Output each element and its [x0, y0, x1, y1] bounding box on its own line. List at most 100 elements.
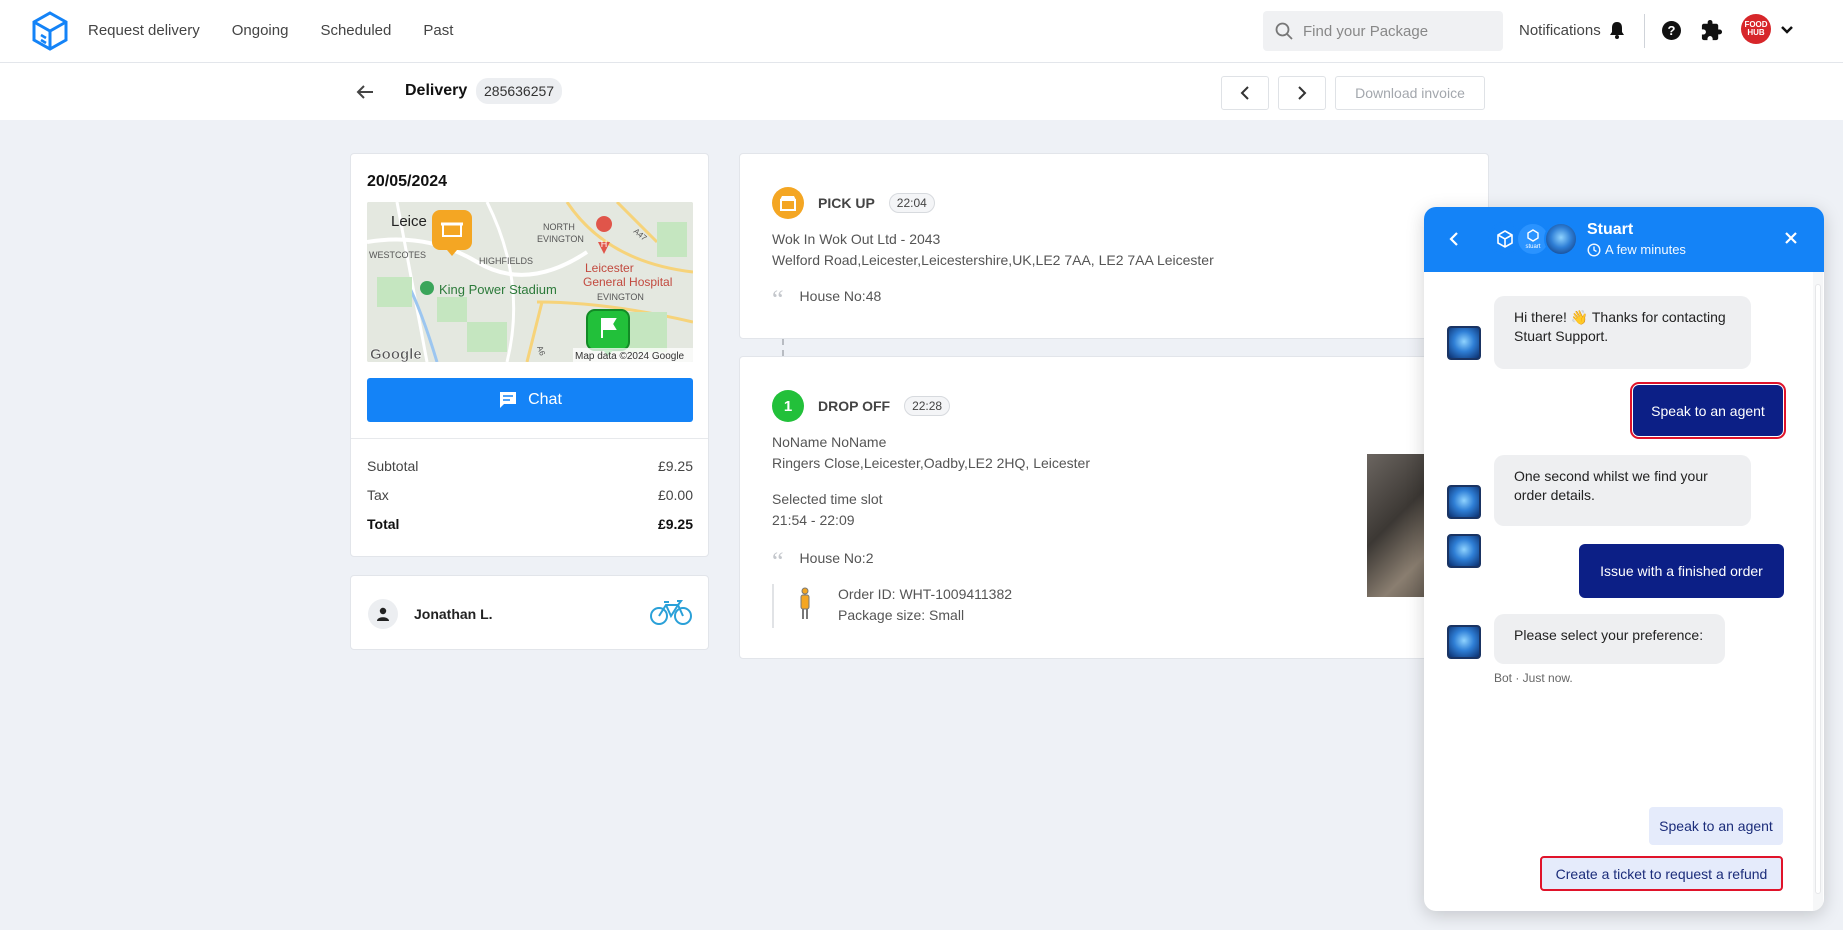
map-label-evington: EVINGTON: [597, 292, 644, 302]
top-navigation: Request delivery Ongoing Scheduled Past …: [0, 0, 1843, 63]
total-value: £9.25: [657, 516, 693, 532]
pickup-note-text: House No:48: [799, 288, 882, 304]
package-search: [1263, 11, 1503, 51]
help-icon[interactable]: ?: [1661, 20, 1682, 41]
order-id: Order ID: WHT-1009411382: [838, 586, 1013, 602]
summary-divider: [351, 438, 708, 439]
delivery-date: 20/05/2024: [367, 173, 448, 190]
chat-message-user: Issue with a finished order: [1579, 544, 1784, 598]
map-label-westcotes: WESTCOTES: [369, 250, 426, 260]
support-chat-panel: stuart Stuart A few minutes Hi there! 👋 …: [1424, 207, 1824, 911]
pickup-card: PICK UP 22:04 Wok In Wok Out Ltd - 2043 …: [739, 153, 1489, 339]
dropoff-address: NoName NoName Ringers Close,Leicester,Oa…: [772, 432, 1090, 474]
svg-text:H: H: [601, 239, 608, 249]
package-courier-icon: [800, 587, 810, 619]
courier-avatar: [368, 599, 398, 629]
previous-delivery-button[interactable]: [1221, 76, 1269, 110]
chevron-down-icon[interactable]: [1779, 22, 1795, 38]
dropoff-index-badge: 1: [772, 390, 804, 422]
tax-label: Tax: [367, 487, 389, 503]
pickup-header: PICK UP 22:04: [772, 187, 935, 219]
chat-message-bot: Hi there! 👋 Thanks for contacting Stuart…: [1494, 296, 1751, 369]
delivery-summary-card: 20/05/2024 Leice NORTH EVINGTON WESTCOTE…: [350, 153, 709, 557]
chat-response-time: A few minutes: [1587, 242, 1686, 257]
bot-avatar: [1447, 534, 1481, 568]
chat-message-bot: One second whilst we find your order det…: [1494, 455, 1751, 526]
chat-agent-name: Stuart: [1587, 221, 1634, 238]
svg-text:?: ?: [1668, 23, 1676, 38]
subtotal-value: £9.25: [657, 458, 693, 474]
nav-request-delivery[interactable]: Request delivery: [88, 22, 200, 39]
quick-reply-create-refund-ticket[interactable]: Create a ticket to request a refund: [1540, 856, 1783, 891]
chat-header: stuart Stuart A few minutes: [1424, 207, 1824, 272]
pickup-title: PICK UP: [818, 195, 875, 211]
delivery-id-badge: 285636257: [476, 78, 563, 104]
delivery-subheader: Delivery 285636257 Download invoice: [0, 63, 1843, 120]
notifications-label: Notifications: [1519, 21, 1601, 39]
chat-message-bot: Please select your preference:: [1494, 614, 1725, 664]
agent-avatars: stuart: [1488, 222, 1578, 256]
bicycle-icon: [650, 600, 692, 625]
tax-row: Tax £0.00: [367, 487, 693, 503]
delivery-map[interactable]: Leice NORTH EVINGTON WESTCOTES HIGHFIELD…: [367, 202, 693, 362]
courier-card[interactable]: Jonathan L.: [350, 575, 709, 650]
puzzle-icon[interactable]: [1700, 19, 1723, 42]
next-delivery-button[interactable]: [1278, 76, 1326, 110]
chevron-left-icon: [1240, 86, 1249, 100]
pickup-map-marker[interactable]: [432, 210, 472, 256]
subtotal-row: Subtotal £9.25: [367, 458, 693, 474]
chat-button[interactable]: Chat: [367, 378, 693, 422]
courier-name: Jonathan L.: [414, 606, 493, 622]
bot-message-meta: Bot · Just now.: [1494, 671, 1573, 685]
nav-past[interactable]: Past: [423, 22, 453, 39]
close-icon[interactable]: [1783, 230, 1799, 246]
order-info: Order ID: WHT-1009411382 Package size: S…: [838, 584, 1012, 626]
nav-scheduled[interactable]: Scheduled: [320, 22, 391, 39]
chat-scrollbar-thumb[interactable]: [1815, 284, 1821, 894]
notifications-button[interactable]: Notifications: [1519, 20, 1627, 40]
dropoff-time-slot: Selected time slot 21:54 - 22:09: [772, 489, 883, 531]
chat-scrollbar[interactable]: [1813, 272, 1823, 911]
map-label-north: NORTH: [543, 222, 575, 232]
total-label: Total: [367, 516, 400, 532]
dropoff-header: 1 DROP OFF 22:28: [772, 390, 951, 422]
dropoff-note: “ House No:2: [772, 547, 873, 576]
map-label-leicester: Leicester: [585, 261, 634, 275]
svg-text:stuart: stuart: [1525, 244, 1540, 250]
total-row: Total £9.25: [367, 516, 693, 532]
pickup-note: “ House No:48: [772, 285, 882, 314]
dropoff-time-badge: 22:28: [904, 396, 951, 416]
main-nav-links: Request delivery Ongoing Scheduled Past: [88, 22, 453, 39]
search-input[interactable]: [1303, 22, 1493, 40]
google-logo: Google: [370, 346, 422, 362]
order-details: Order ID: WHT-1009411382 Package size: S…: [772, 584, 1012, 628]
chevron-left-icon[interactable]: [1446, 231, 1462, 247]
time-slot-value: 21:54 - 22:09: [772, 512, 855, 528]
route-timeline-connector: [782, 339, 784, 356]
dropoff-card: 1 DROP OFF 22:28 NoName NoName Ringers C…: [739, 356, 1490, 659]
stuart-logo-icon[interactable]: [32, 11, 68, 51]
nav-ongoing[interactable]: Ongoing: [232, 22, 289, 39]
quick-reply-speak-to-agent[interactable]: Speak to an agent: [1649, 807, 1783, 845]
pickup-street: Welford Road,Leicester,Leicestershire,UK…: [772, 252, 1214, 268]
nav-divider: [1644, 14, 1645, 48]
tax-value: £0.00: [657, 487, 693, 503]
download-invoice-button[interactable]: Download invoice: [1335, 76, 1485, 110]
quote-icon: “: [772, 547, 784, 576]
chevron-right-icon: [1298, 86, 1307, 100]
bot-avatar: [1447, 326, 1481, 360]
back-arrow-icon[interactable]: [355, 82, 375, 102]
bot-avatar: [1447, 485, 1481, 519]
map-label-highfields: HIGHFIELDS: [479, 256, 533, 266]
map-label-city: Leice: [391, 213, 427, 230]
time-slot-label: Selected time slot: [772, 491, 883, 507]
account-avatar[interactable]: FOOD HUB: [1741, 14, 1771, 44]
quote-icon: “: [772, 285, 784, 314]
subtotal-label: Subtotal: [367, 458, 419, 474]
dropoff-name: NoName NoName: [772, 434, 887, 450]
bot-avatar: [1447, 625, 1481, 659]
map-label-hospital: General Hospital: [583, 275, 672, 289]
pickup-time-badge: 22:04: [888, 193, 935, 213]
bot-globe-avatar: [1544, 222, 1578, 256]
clock-icon: [1587, 242, 1601, 257]
